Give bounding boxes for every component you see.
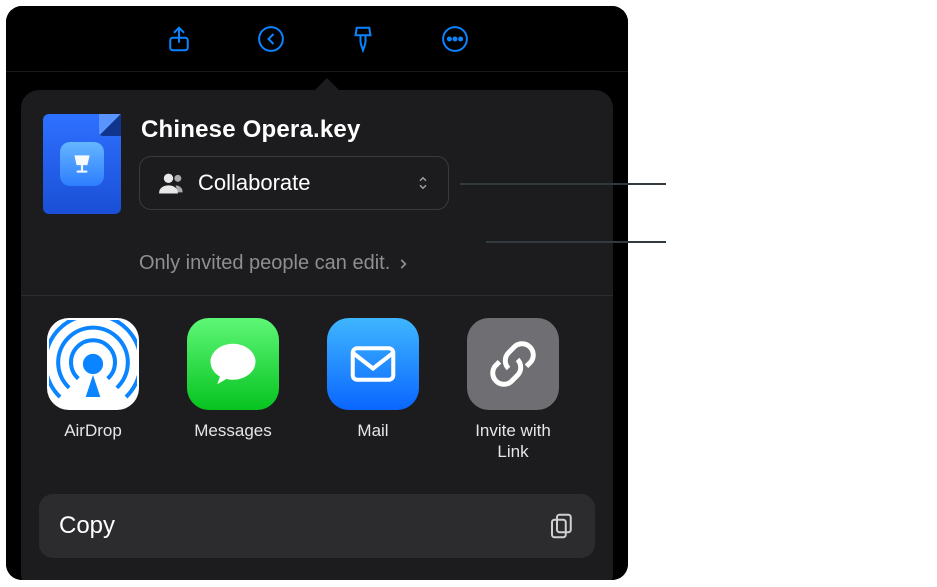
share-targets-row: AirDrop Messages M <box>39 314 595 474</box>
share-target-messages[interactable]: Messages <box>187 318 279 464</box>
up-down-chevron-icon <box>414 174 432 192</box>
share-target-mail[interactable]: Mail <box>327 318 419 464</box>
share-permissions-row[interactable]: Only invited people can edit. <box>39 250 595 275</box>
format-brush-icon <box>348 24 378 54</box>
copy-label: Copy <box>59 512 115 540</box>
collaborate-mode-selector[interactable]: Collaborate <box>139 156 449 210</box>
divider <box>21 295 613 296</box>
share-target-airdrop[interactable]: AirDrop <box>47 318 139 464</box>
keynote-app-icon <box>69 151 95 177</box>
format-button[interactable] <box>346 22 380 56</box>
copy-icon <box>547 511 577 541</box>
permissions-summary: Only invited people can edit. <box>139 252 390 275</box>
people-icon <box>158 169 186 197</box>
share-target-invite-with-link[interactable]: Invite with Link <box>467 318 559 464</box>
app-window: Chinese Opera.key Collaborate Only in <box>6 6 628 580</box>
share-target-label: Messages <box>194 420 271 464</box>
share-target-label: Invite with Link <box>467 420 559 464</box>
document-filename: Chinese Opera.key <box>141 116 591 144</box>
callout-line <box>486 241 666 243</box>
popover-backdrop: Chinese Opera.key Collaborate Only in <box>6 72 628 580</box>
undo-icon <box>256 24 286 54</box>
share-target-label: AirDrop <box>64 420 122 464</box>
share-target-label: Mail <box>357 420 388 464</box>
undo-button[interactable] <box>254 22 288 56</box>
mail-icon <box>346 337 400 391</box>
chevron-right-icon <box>396 257 410 271</box>
more-button[interactable] <box>438 22 472 56</box>
callout-line <box>460 183 666 185</box>
share-button[interactable] <box>162 22 196 56</box>
link-icon <box>486 337 540 391</box>
copy-action[interactable]: Copy <box>39 494 595 558</box>
messages-icon <box>206 337 260 391</box>
share-sheet-header: Chinese Opera.key Collaborate <box>39 108 595 232</box>
collaborate-label: Collaborate <box>198 170 402 196</box>
document-thumbnail <box>43 114 121 214</box>
share-icon <box>164 24 194 54</box>
more-menu-icon <box>440 24 470 54</box>
share-sheet: Chinese Opera.key Collaborate Only in <box>21 90 613 580</box>
airdrop-icon <box>49 320 137 408</box>
toolbar <box>6 6 628 72</box>
